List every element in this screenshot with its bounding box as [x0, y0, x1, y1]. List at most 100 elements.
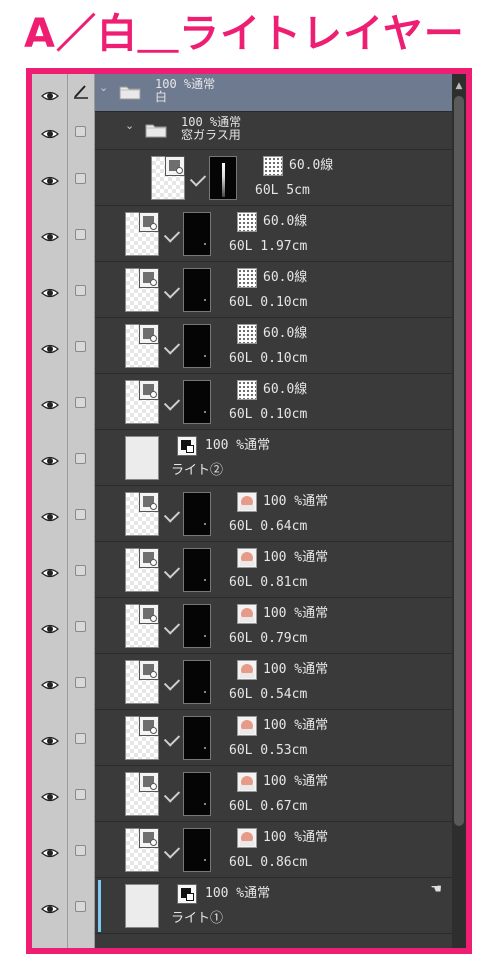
- layer-property-label: 60.0線: [263, 326, 308, 341]
- edit-checkbox[interactable]: [75, 126, 86, 137]
- eye-icon[interactable]: [41, 396, 59, 410]
- layer-mask-thumbnail: [183, 828, 211, 872]
- edit-checkbox[interactable]: [75, 341, 86, 352]
- layer-content[interactable]: 100 %通常 60L 0.79cm: [95, 598, 464, 654]
- eye-icon[interactable]: [41, 676, 59, 690]
- layer-content[interactable]: 100 %通常 ライト① ☚: [95, 878, 464, 934]
- layer-row[interactable]: 100 %通常 60L 0.79cm: [32, 598, 464, 654]
- eye-icon[interactable]: [41, 452, 59, 466]
- edit-checkbox[interactable]: [75, 565, 86, 576]
- layer-row[interactable]: ⌄ 100 %通常 窓ガラス用: [32, 112, 464, 150]
- layer-content[interactable]: 60.0線 60L 5cm: [95, 150, 464, 206]
- eye-icon[interactable]: [41, 284, 59, 298]
- mask-link-check-icon: [189, 170, 207, 187]
- raster-layer-icon: [177, 436, 197, 456]
- edit-checkbox[interactable]: [75, 509, 86, 520]
- layer-mask-thumbnail: [183, 660, 211, 704]
- scroll-up-icon[interactable]: ▲: [454, 80, 464, 92]
- edit-checkbox[interactable]: [75, 677, 86, 688]
- layer-property-label: 60.0線: [289, 158, 334, 173]
- layer-property-label: 100 %通常: [263, 830, 329, 845]
- mask-link-check-icon: [163, 226, 181, 243]
- eye-icon[interactable]: [41, 620, 59, 634]
- scroll-thumb[interactable]: [454, 96, 464, 826]
- layer-property-label: 100 %通常: [263, 550, 329, 565]
- layer-content[interactable]: 60.0線 60L 0.10cm: [95, 374, 464, 430]
- layer-content[interactable]: 100 %通常 60L 0.67cm: [95, 766, 464, 822]
- layer-content[interactable]: ⌄ 100 %通常白: [95, 74, 464, 112]
- layer-row[interactable]: 100 %通常 60L 0.86cm: [32, 822, 464, 878]
- layer-content[interactable]: 60.0線 60L 1.97cm: [95, 206, 464, 262]
- layer-row[interactable]: ⌄ 100 %通常白: [32, 74, 464, 112]
- eye-icon[interactable]: [41, 844, 59, 858]
- tone-layer-icon: [139, 324, 159, 344]
- edit-checkbox[interactable]: [75, 229, 86, 240]
- edit-checkbox[interactable]: [75, 845, 86, 856]
- layer-detail-label: 60L 0.86cm: [229, 855, 308, 870]
- eye-icon[interactable]: [41, 788, 59, 802]
- layer-property-label: 100 %通常: [263, 718, 329, 733]
- color-icon: [237, 828, 257, 848]
- tone-layer-icon: [139, 716, 159, 736]
- eye-icon[interactable]: [41, 564, 59, 578]
- edit-checkbox[interactable]: [75, 901, 86, 912]
- halftone-icon: [263, 156, 283, 176]
- layer-row[interactable]: 60.0線 60L 1.97cm: [32, 206, 464, 262]
- mask-link-check-icon: [163, 506, 181, 523]
- mask-link-check-icon: [163, 562, 181, 579]
- layer-content[interactable]: 60.0線 60L 0.10cm: [95, 318, 464, 374]
- edit-checkbox[interactable]: [75, 397, 86, 408]
- layer-detail-label: 60L 0.10cm: [229, 407, 308, 422]
- layer-content[interactable]: 100 %通常 60L 0.86cm: [95, 822, 464, 878]
- layer-row[interactable]: 100 %通常 ライト②: [32, 430, 464, 486]
- layer-row[interactable]: 100 %通常 60L 0.67cm: [32, 766, 464, 822]
- edit-checkbox[interactable]: [75, 173, 86, 184]
- pencil-icon[interactable]: [73, 83, 89, 99]
- layer-detail-label: 60L 0.53cm: [229, 743, 308, 758]
- layer-property-label: 60.0線: [263, 382, 308, 397]
- layer-content[interactable]: 100 %通常 60L 0.54cm: [95, 654, 464, 710]
- layer-content[interactable]: 60.0線 60L 0.10cm: [95, 262, 464, 318]
- edit-checkbox[interactable]: [75, 453, 86, 464]
- eye-icon[interactable]: [41, 172, 59, 186]
- eye-icon[interactable]: [41, 508, 59, 522]
- layer-row[interactable]: 100 %通常 60L 0.64cm: [32, 486, 464, 542]
- layer-content[interactable]: 100 %通常 60L 0.53cm: [95, 710, 464, 766]
- layer-blend-label: 100 %通常: [181, 115, 242, 129]
- layer-name: 白: [155, 90, 168, 104]
- eye-icon[interactable]: [41, 340, 59, 354]
- layer-row[interactable]: 60.0線 60L 0.10cm: [32, 374, 464, 430]
- mask-link-check-icon: [163, 786, 181, 803]
- edit-checkbox[interactable]: [75, 285, 86, 296]
- tone-layer-icon: [139, 604, 159, 624]
- layer-row[interactable]: 100 %通常 60L 0.53cm: [32, 710, 464, 766]
- edit-checkbox[interactable]: [75, 621, 86, 632]
- edit-checkbox[interactable]: [75, 733, 86, 744]
- eye-icon[interactable]: [41, 87, 59, 101]
- hand-icon[interactable]: ☚: [430, 882, 442, 897]
- mask-link-check-icon: [163, 730, 181, 747]
- layer-mask-thumbnail: [183, 212, 211, 256]
- layer-row[interactable]: 60.0線 60L 5cm: [32, 150, 464, 206]
- layer-content[interactable]: 100 %通常 60L 0.64cm: [95, 486, 464, 542]
- layer-row[interactable]: 100 %通常 ライト① ☚: [32, 878, 464, 934]
- layer-content[interactable]: 100 %通常 ライト②: [95, 430, 464, 486]
- eye-icon[interactable]: [41, 900, 59, 914]
- layer-row[interactable]: 100 %通常 60L 0.54cm: [32, 654, 464, 710]
- chevron-down-icon[interactable]: ⌄: [125, 119, 134, 132]
- scrollbar[interactable]: ▲: [452, 74, 466, 948]
- eye-icon[interactable]: [41, 228, 59, 242]
- chevron-down-icon[interactable]: ⌄: [99, 81, 108, 94]
- tone-layer-icon: [165, 156, 185, 176]
- layer-name: ライト①: [171, 911, 224, 926]
- layer-row[interactable]: 60.0線 60L 0.10cm: [32, 318, 464, 374]
- layer-content[interactable]: ⌄ 100 %通常 窓ガラス用: [95, 112, 464, 150]
- edit-checkbox[interactable]: [75, 789, 86, 800]
- layer-row[interactable]: 60.0線 60L 0.10cm: [32, 262, 464, 318]
- layer-thumbnail: [125, 884, 159, 928]
- eye-icon[interactable]: [41, 125, 59, 139]
- layer-content[interactable]: 100 %通常 60L 0.81cm: [95, 542, 464, 598]
- eye-icon[interactable]: [41, 732, 59, 746]
- layer-row[interactable]: 100 %通常 60L 0.81cm: [32, 542, 464, 598]
- tone-layer-icon: [139, 772, 159, 792]
